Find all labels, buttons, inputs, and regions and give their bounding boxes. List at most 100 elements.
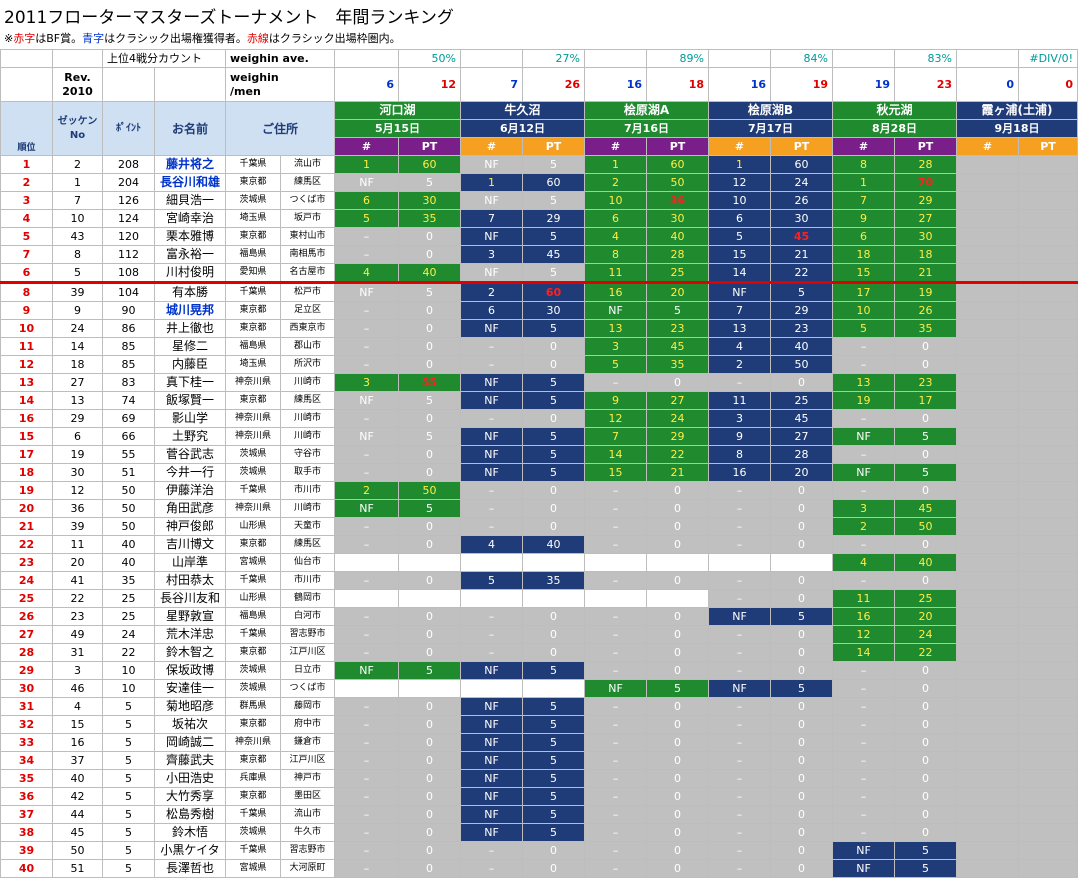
cell-empty[interactable] — [0, 67, 53, 102]
points-cell[interactable]: 0 — [646, 751, 709, 770]
city-cell[interactable]: 鶴岡市 — [280, 589, 335, 608]
placing-cell[interactable]: – — [708, 589, 771, 608]
placing-cell[interactable]: – — [708, 625, 771, 644]
placing-cell[interactable]: NF — [460, 427, 523, 446]
col-rank-label[interactable]: 順位 — [0, 101, 53, 156]
pref-cell[interactable]: 千葉県 — [225, 282, 281, 302]
placing-cell[interactable]: 2 — [334, 481, 399, 500]
point-cell[interactable]: 104 — [102, 282, 155, 302]
pref-cell[interactable]: 茨城県 — [225, 679, 281, 698]
point-cell[interactable]: 120 — [102, 227, 155, 246]
placing-cell[interactable]: – — [334, 517, 399, 536]
placing-cell[interactable]: – — [708, 661, 771, 680]
placing-cell[interactable]: – — [334, 751, 399, 770]
zekken-cell[interactable]: 31 — [52, 643, 103, 662]
placing-cell[interactable]: – — [708, 751, 771, 770]
rank-cell[interactable]: 39 — [0, 841, 53, 860]
city-cell[interactable]: 仙台市 — [280, 553, 335, 572]
points-cell[interactable]: 0 — [398, 625, 461, 644]
points-cell[interactable]: 5 — [894, 859, 957, 878]
zekken-cell[interactable]: 3 — [52, 661, 103, 680]
points-cell[interactable] — [1018, 823, 1078, 842]
name-cell[interactable]: 山岸準 — [154, 553, 226, 572]
placing-cell[interactable]: – — [832, 409, 895, 428]
points-cell[interactable]: 5 — [522, 733, 585, 752]
rank-cell[interactable]: 5 — [0, 227, 53, 246]
rank-cell[interactable]: 37 — [0, 805, 53, 824]
placing-cell[interactable]: NF — [708, 607, 771, 626]
name-cell[interactable]: 細貝浩一 — [154, 191, 226, 210]
city-cell[interactable]: 南相馬市 — [280, 245, 335, 264]
points-cell[interactable]: 0 — [894, 481, 957, 500]
placing-cell[interactable] — [956, 643, 1019, 662]
rank-cell[interactable]: 8 — [0, 282, 53, 302]
placing-cell[interactable]: – — [334, 823, 399, 842]
zekken-cell[interactable]: 39 — [52, 517, 103, 536]
placing-cell[interactable] — [584, 553, 647, 572]
cell-empty[interactable] — [832, 49, 895, 68]
rank-cell[interactable]: 24 — [0, 571, 53, 590]
zekken-cell[interactable]: 6 — [52, 427, 103, 446]
points-cell[interactable] — [1018, 571, 1078, 590]
points-cell[interactable]: 0 — [770, 373, 833, 392]
placing-cell[interactable] — [460, 679, 523, 698]
name-cell[interactable]: 角田武彦 — [154, 499, 226, 518]
placing-cell[interactable] — [460, 589, 523, 608]
placing-cell[interactable]: NF — [460, 751, 523, 770]
rank-cell[interactable]: 27 — [0, 625, 53, 644]
points-cell[interactable]: 0 — [398, 823, 461, 842]
placing-cell[interactable]: 5 — [708, 227, 771, 246]
city-cell[interactable]: 足立区 — [280, 301, 335, 320]
rank-cell[interactable]: 10 — [0, 319, 53, 338]
points-cell[interactable]: 30 — [894, 227, 957, 246]
points-cell[interactable]: 0 — [894, 787, 957, 806]
placing-cell[interactable]: – — [832, 769, 895, 788]
points-cell[interactable]: 5 — [894, 427, 957, 446]
placing-cell[interactable]: 6 — [334, 191, 399, 210]
pref-cell[interactable]: 神奈川県 — [225, 427, 281, 446]
points-cell[interactable]: 5 — [646, 301, 709, 320]
pref-cell[interactable]: 東京都 — [225, 751, 281, 770]
points-cell[interactable]: 0 — [398, 697, 461, 716]
points-cell[interactable]: 0 — [398, 301, 461, 320]
point-cell[interactable]: 5 — [102, 805, 155, 824]
points-cell[interactable]: 29 — [646, 427, 709, 446]
placing-cell[interactable]: – — [334, 733, 399, 752]
points-cell[interactable]: 0 — [770, 859, 833, 878]
points-cell[interactable] — [1018, 409, 1078, 428]
weighin-count[interactable]: 16 — [708, 67, 771, 102]
points-cell[interactable]: 17 — [894, 391, 957, 410]
points-cell[interactable]: 0 — [646, 841, 709, 860]
placing-cell[interactable]: – — [708, 535, 771, 554]
rank-cell[interactable]: 2 — [0, 173, 53, 192]
placing-cell[interactable]: NF — [460, 715, 523, 734]
placing-cell[interactable]: 9 — [832, 209, 895, 228]
placing-cell[interactable]: – — [832, 715, 895, 734]
top4-label[interactable]: 上位4戦分カウント — [102, 49, 226, 68]
placing-cell[interactable] — [956, 733, 1019, 752]
placing-cell[interactable]: – — [334, 445, 399, 464]
cell-empty[interactable] — [0, 49, 53, 68]
placing-cell[interactable] — [956, 823, 1019, 842]
points-cell[interactable]: 23 — [894, 373, 957, 392]
point-cell[interactable]: 35 — [102, 571, 155, 590]
points-cell[interactable]: 0 — [646, 823, 709, 842]
points-cell[interactable] — [398, 679, 461, 698]
point-cell[interactable]: 50 — [102, 499, 155, 518]
placing-cell[interactable]: – — [334, 787, 399, 806]
pref-cell[interactable]: 東京都 — [225, 643, 281, 662]
point-cell[interactable]: 5 — [102, 787, 155, 806]
points-cell[interactable]: 24 — [894, 625, 957, 644]
placing-cell[interactable]: – — [708, 517, 771, 536]
points-cell[interactable]: 0 — [894, 337, 957, 356]
points-cell[interactable]: 5 — [522, 427, 585, 446]
pref-cell[interactable]: 千葉県 — [225, 155, 281, 174]
points-cell[interactable]: 60 — [646, 155, 709, 174]
placing-cell[interactable]: 12 — [584, 409, 647, 428]
pref-cell[interactable]: 神奈川県 — [225, 499, 281, 518]
placing-cell[interactable] — [584, 589, 647, 608]
points-cell[interactable]: 0 — [646, 787, 709, 806]
points-cell[interactable]: 25 — [770, 391, 833, 410]
points-cell[interactable]: 0 — [398, 859, 461, 878]
name-cell[interactable]: 菊地昭彦 — [154, 697, 226, 716]
